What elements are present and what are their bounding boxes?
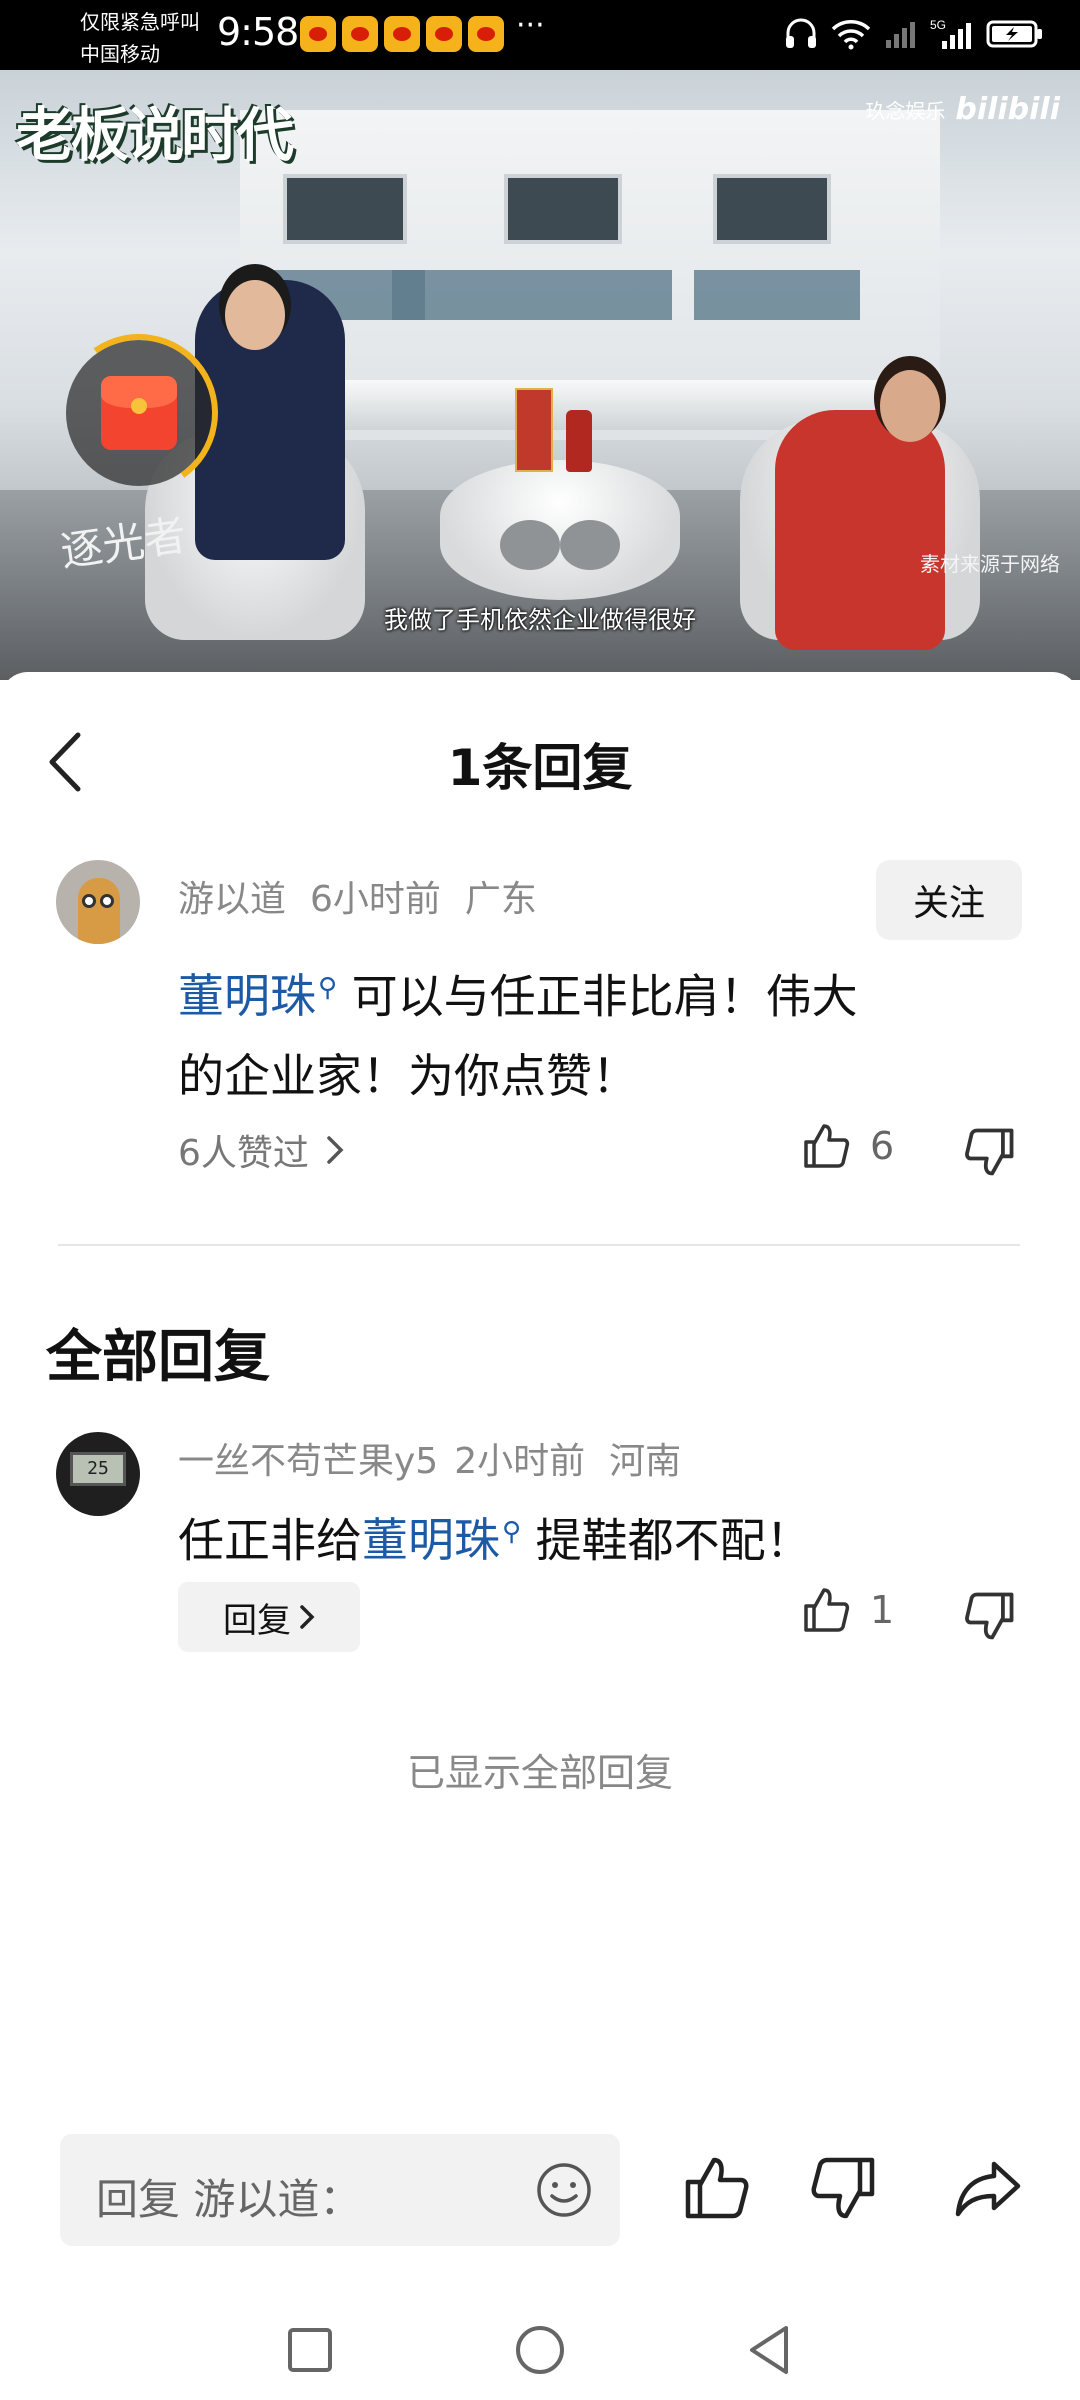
- weibo-icon: [300, 16, 336, 52]
- avatar-display: 25: [70, 1452, 126, 1486]
- more-notifications-icon: ···: [516, 8, 545, 43]
- source-note: 素材来源于网络: [920, 552, 1060, 576]
- video-watermark: 玖念娱乐 bilibili: [865, 92, 1060, 127]
- weibo-icon: [342, 16, 378, 52]
- divider: [58, 1244, 1020, 1246]
- video-player[interactable]: 老板说时代 玖念娱乐 bilibili 逐光者 素材来源于网络 我做了手机依然企…: [0, 70, 1080, 680]
- avatar[interactable]: 25: [56, 1432, 140, 1516]
- thumbs-down-icon[interactable]: [808, 2152, 880, 2224]
- carrier-line2: 中国移动: [80, 42, 160, 66]
- avatar[interactable]: [56, 860, 140, 944]
- reply-button[interactable]: 回复: [178, 1582, 360, 1652]
- red-envelope-icon[interactable]: [47, 321, 231, 505]
- carrier-line1: 仅限紧急呼叫: [80, 10, 200, 34]
- brand-label: 玖念娱乐: [865, 99, 946, 123]
- reply-input-placeholder: 回复 游以道：: [96, 2175, 362, 2224]
- thumbs-up-icon: [804, 1588, 850, 1632]
- mention-link[interactable]: 董明珠⚲: [178, 969, 337, 1023]
- comment-location: 广东: [464, 879, 537, 920]
- like-button[interactable]: 1: [800, 1584, 894, 1636]
- liked-by-link[interactable]: 6人赞过: [178, 1124, 345, 1176]
- follow-button[interactable]: 关注: [876, 860, 1022, 940]
- search-icon: ⚲: [318, 973, 338, 1003]
- headphones-icon: [786, 18, 816, 48]
- status-time: 9:58: [217, 10, 299, 54]
- comment-time: 6小时前: [310, 879, 441, 920]
- comment-meta: 游以道 6小时前 广东: [178, 870, 561, 922]
- chevron-right-icon: [300, 1605, 315, 1629]
- chevron-right-icon: [327, 1136, 344, 1164]
- system-nav-bar: [0, 2300, 1080, 2400]
- thumbs-down-icon[interactable]: [962, 1124, 1018, 1180]
- thumbs-up-icon[interactable]: [680, 2152, 752, 2224]
- comment-text: 董明珠⚲ 可以与任正非比肩！伟大 的企业家！为你点赞！: [178, 969, 858, 1104]
- mention-link[interactable]: 董明珠⚲: [362, 1513, 521, 1567]
- video-logo: 老板说时代: [16, 101, 294, 169]
- username[interactable]: 一丝不苟芒果y5: [178, 1441, 438, 1482]
- share-icon[interactable]: [952, 2152, 1024, 2224]
- like-button[interactable]: 6: [800, 1120, 894, 1172]
- status-bar: 仅限紧急呼叫 中国移动 9:58 ··· 5G: [0, 0, 1080, 70]
- signal-5g-icon: 5G: [930, 18, 971, 49]
- search-icon: ⚲: [502, 1517, 522, 1547]
- thumbs-up-icon: [804, 1124, 850, 1168]
- recent-apps-icon[interactable]: [280, 2320, 340, 2380]
- bilibili-logo: bilibili: [955, 92, 1060, 127]
- back-icon[interactable]: [740, 2320, 800, 2380]
- like-count: 1: [870, 1588, 895, 1632]
- battery-charging-icon: [986, 20, 1042, 48]
- section-title: 全部回复: [46, 1325, 270, 1390]
- signal-icon: [886, 22, 915, 48]
- reply-meta: 一丝不苟芒果y5 2小时前 河南: [178, 1432, 705, 1484]
- sheet-title: 1条回复: [447, 739, 633, 797]
- all-replies-shown-note: 已显示全部回复: [406, 1751, 673, 1795]
- like-count: 6: [870, 1124, 895, 1168]
- video-subtitle: 我做了手机依然企业做得很好: [384, 606, 696, 634]
- svg-text:5G: 5G: [930, 18, 946, 32]
- weibo-icon: [426, 16, 462, 52]
- reply-time: 2小时前: [454, 1441, 586, 1482]
- username[interactable]: 游以道: [178, 879, 286, 920]
- wifi-icon: [831, 20, 871, 50]
- weibo-icon: [468, 16, 504, 52]
- emoji-icon[interactable]: [534, 2160, 594, 2220]
- weibo-icon: [384, 16, 420, 52]
- reply-input[interactable]: 回复 游以道：: [60, 2134, 620, 2246]
- home-icon[interactable]: [510, 2320, 570, 2380]
- reply-location: 河南: [609, 1441, 682, 1482]
- thumbs-down-icon[interactable]: [962, 1588, 1018, 1644]
- status-icons: 5G: [784, 14, 1044, 54]
- reply-text: 任正非给董明珠⚲ 提鞋都不配！: [178, 1513, 812, 1568]
